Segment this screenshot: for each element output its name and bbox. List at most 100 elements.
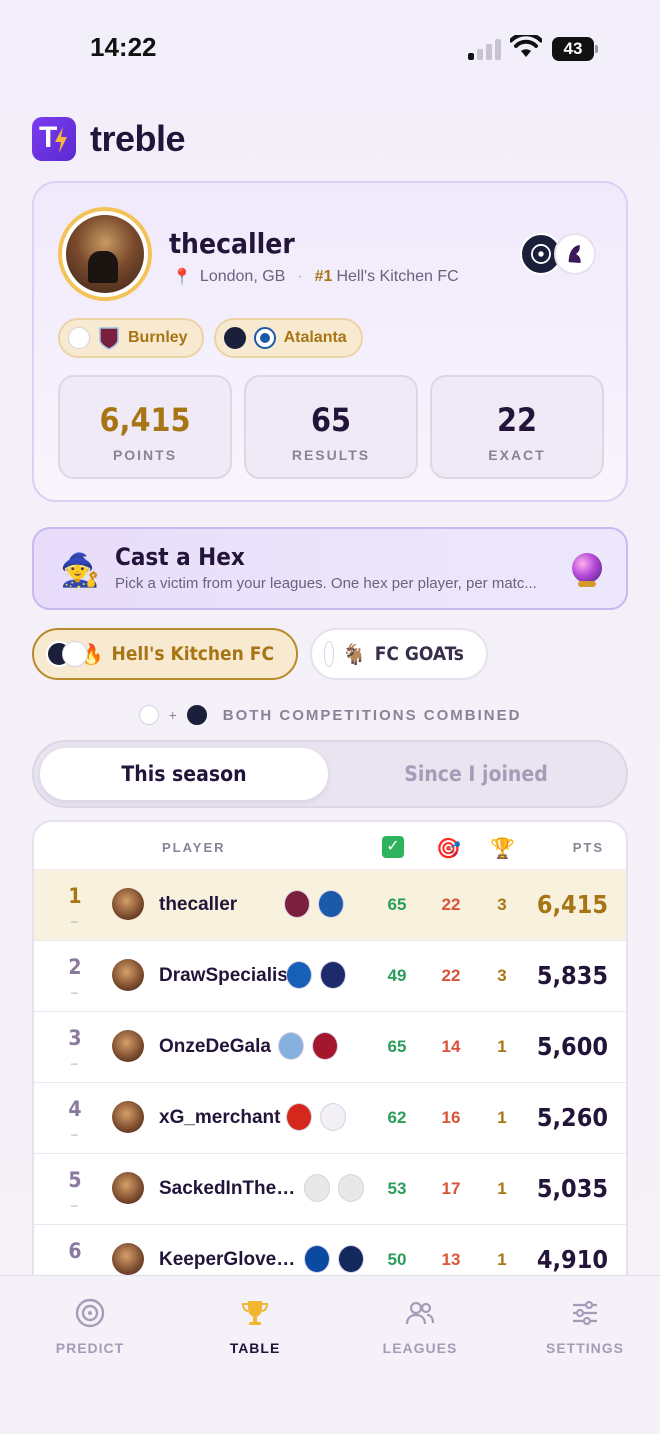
tab-label: PREDICT	[55, 1340, 125, 1356]
row-exact: 13	[441, 1250, 461, 1269]
row-points: 5,260	[536, 1103, 608, 1132]
target-icon	[75, 1298, 105, 1328]
team-crest-icon	[338, 1174, 364, 1202]
tab-this-season[interactable]: This season	[40, 748, 328, 800]
profile-meta: 📍 London, GB · #1 Hell's Kitchen FC	[172, 268, 459, 286]
league-chip-fc-goats[interactable]: 🐐 FC GOATs	[310, 628, 488, 680]
table-row[interactable]: 4 – xG_merchant 62 16 1 5,260	[34, 1083, 626, 1154]
header-player: PLAYER	[162, 840, 226, 855]
row-rank: 2	[68, 955, 82, 979]
team-crest-icon	[320, 961, 346, 989]
tab-leagues[interactable]: LEAGUES	[350, 1298, 490, 1356]
player-team-crests	[278, 1032, 338, 1060]
row-points: 5,835	[536, 961, 608, 990]
team-crest-icon	[312, 1032, 338, 1060]
league-chip-hells-kitchen[interactable]: 🔥 Hell's Kitchen FC	[32, 628, 298, 680]
stat-exact: 22 EXACT	[430, 375, 604, 479]
row-results: 62	[387, 1108, 407, 1127]
tab-label: SETTINGS	[545, 1340, 624, 1356]
stat-points: 6,415 POINTS	[58, 375, 232, 479]
premier-league-icon	[68, 327, 90, 349]
atalanta-crest-icon	[253, 327, 276, 349]
team-crest-icon	[286, 961, 312, 989]
leaderboard-table: PLAYER ✓ 🎯 🏆 PTS 1– thecaller 65 22 3 6,415 2–…	[32, 820, 628, 1280]
competitions-combined: + BOTH COMPETITIONS COMBINED	[0, 705, 660, 725]
player-avatar	[112, 959, 144, 991]
rank-change: –	[71, 1198, 78, 1212]
stat-value: 22	[496, 401, 538, 439]
league-chip-label: Hell's Kitchen FC	[111, 643, 274, 665]
team-pill-label: Atalanta	[283, 329, 347, 346]
team-pill-atalanta[interactable]: Atalanta	[213, 318, 363, 358]
row-trophies: 1	[497, 1108, 507, 1127]
profile-username: thecaller	[169, 227, 295, 260]
table-row[interactable]: 6–KeeperGlove…501314,910	[34, 1225, 626, 1280]
wifi-icon	[510, 35, 542, 57]
app-header: T treble	[32, 116, 186, 162]
team-crest-icon	[318, 890, 344, 918]
target-icon: 🎯	[436, 838, 461, 860]
crystal-ball-icon	[572, 553, 602, 587]
profile-card: thecaller 📍 London, GB · #1 Hell's Kitch…	[32, 181, 628, 502]
team-crest-icon	[304, 1245, 330, 1273]
team-crest-icon	[304, 1174, 330, 1202]
bottom-tab-bar: PREDICT TABLE LEAGUES SETTINGS	[0, 1275, 660, 1434]
table-row[interactable]: 3 – OnzeDeGala 65 14 1 5,600	[34, 1012, 626, 1083]
trophy-icon	[241, 1301, 269, 1325]
stat-value: 6,415	[99, 401, 191, 439]
cast-hex-card[interactable]: 🧙 Cast a Hex Pick a victim from your lea…	[32, 527, 628, 610]
team-crest-icon	[284, 890, 310, 918]
row-exact: 22	[441, 895, 461, 914]
tab-settings[interactable]: SETTINGS	[515, 1298, 655, 1356]
row-points: 6,415	[536, 890, 608, 919]
cellular-signal-icon	[468, 38, 502, 60]
row-trophies: 1	[497, 1179, 507, 1198]
player-name: thecaller	[159, 894, 238, 915]
treble-logo-icon: T	[32, 117, 76, 161]
header-pts: PTS	[572, 840, 604, 855]
team-crest-icon	[286, 1103, 312, 1131]
team-crest-icon	[320, 1103, 346, 1131]
row-points: 5,035	[536, 1174, 608, 1203]
row-exact: 16	[441, 1108, 461, 1127]
burnley-crest-icon	[99, 327, 119, 350]
stat-value: 65	[310, 401, 352, 439]
hex-title: Cast a Hex	[115, 543, 245, 571]
tab-since-joined[interactable]: Since I joined	[332, 748, 620, 800]
player-name: OnzeDeGala	[159, 1036, 271, 1057]
player-team-crests	[304, 1174, 364, 1202]
row-results: 65	[387, 1037, 407, 1056]
stat-label: EXACT	[488, 447, 546, 463]
premier-league-icon	[324, 641, 334, 667]
users-icon	[405, 1301, 435, 1325]
team-pill-burnley[interactable]: Burnley	[58, 318, 204, 358]
table-row[interactable]: 1 – thecaller 65 22 3 6,415	[34, 870, 626, 941]
row-points: 5,600	[536, 1032, 608, 1061]
table-row[interactable]: 5 – SackedInThe… 53 17 1 5,035	[34, 1154, 626, 1225]
player-avatar	[112, 1243, 144, 1275]
row-trophies: 1	[497, 1037, 507, 1056]
row-points: 4,910	[536, 1245, 608, 1274]
team-crest-icon	[278, 1032, 304, 1060]
status-bar: 14:22 43	[0, 0, 660, 96]
row-results: 53	[387, 1179, 407, 1198]
player-avatar	[112, 1030, 144, 1062]
location-pin-icon: 📍	[172, 269, 192, 286]
player-name: KeeperGlove…	[159, 1249, 296, 1270]
row-rank: 6	[68, 1239, 82, 1263]
tab-predict[interactable]: PREDICT	[20, 1298, 160, 1356]
table-row[interactable]: 2 – DrawSpecialist 49 22 3 5,835	[34, 941, 626, 1012]
goat-icon: 🐐	[341, 643, 367, 666]
avatar[interactable]	[58, 207, 152, 301]
league-selector: 🔥 Hell's Kitchen FC 🐐 FC GOATs	[32, 628, 488, 680]
row-results: 50	[387, 1250, 407, 1269]
player-team-crests	[286, 961, 346, 989]
champions-league-icon	[223, 327, 246, 349]
row-trophies: 3	[497, 966, 507, 985]
period-toggle: This season Since I joined	[32, 740, 628, 808]
premier-league-icon	[554, 233, 596, 275]
team-pill-label: Burnley	[128, 329, 188, 346]
profile-location: London, GB	[199, 268, 286, 285]
competition-badges	[520, 233, 596, 277]
tab-table[interactable]: TABLE	[185, 1298, 325, 1356]
